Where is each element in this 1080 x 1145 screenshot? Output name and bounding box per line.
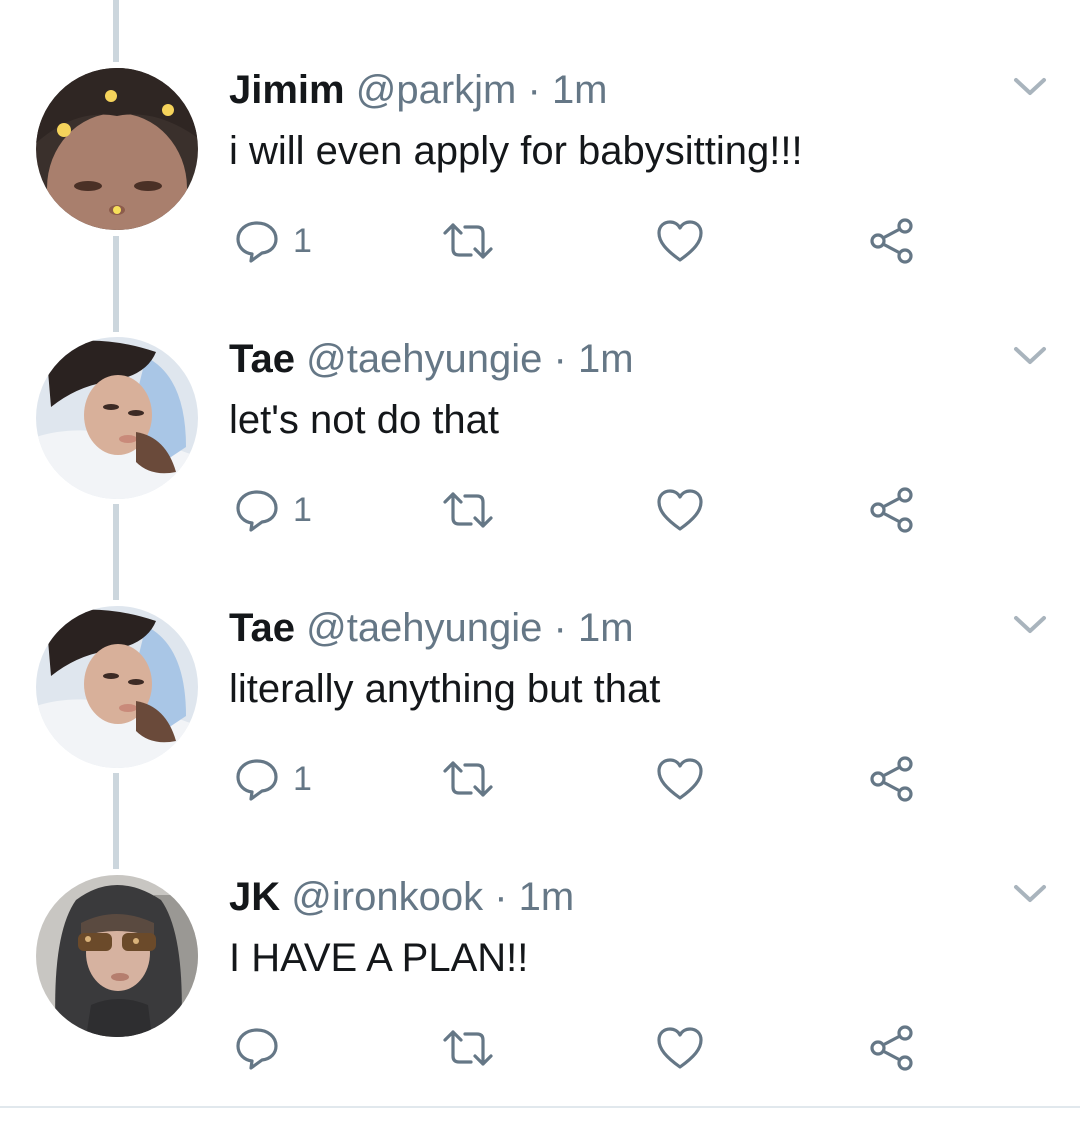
avatar[interactable] (36, 875, 198, 1037)
retweet-button[interactable] (441, 754, 495, 804)
avatar[interactable] (36, 68, 198, 230)
separator-dot: · (527, 68, 541, 112)
share-icon (870, 756, 913, 802)
user-handle[interactable]: @ironkook (291, 875, 483, 919)
timestamp[interactable]: 1m (519, 875, 575, 919)
reply-icon (236, 759, 278, 801)
reply-count: 1 (293, 221, 312, 260)
reply-icon (236, 221, 278, 263)
reply-button[interactable] (235, 1023, 293, 1073)
reply-button[interactable]: 1 (235, 754, 312, 804)
heart-icon (657, 220, 703, 262)
tweet-actions: 1 (0, 754, 1080, 804)
user-handle[interactable]: @parkjm (356, 68, 517, 112)
avatar-image (36, 337, 198, 499)
timestamp[interactable]: 1m (578, 606, 634, 650)
chevron-down-icon[interactable] (1010, 879, 1050, 909)
timestamp[interactable]: 1m (552, 68, 608, 112)
retweet-icon (443, 1030, 493, 1066)
like-button[interactable] (656, 754, 704, 804)
avatar[interactable] (36, 606, 198, 768)
like-button[interactable] (656, 1023, 704, 1073)
avatar-image (36, 606, 198, 768)
tweet-header: Tae @taehyungie · 1m (229, 337, 634, 381)
tweet-text: I HAVE A PLAN!! (229, 936, 529, 980)
user-handle[interactable]: @taehyungie (306, 337, 542, 381)
separator-dot: · (553, 337, 567, 381)
reply-icon (236, 490, 278, 532)
divider (0, 1106, 1080, 1108)
tweet-actions: 1 (0, 216, 1080, 266)
share-button[interactable] (868, 216, 916, 266)
chevron-down-icon[interactable] (1010, 72, 1050, 102)
tweet-actions: 1 (0, 485, 1080, 535)
like-button[interactable] (656, 485, 704, 535)
user-handle[interactable]: @taehyungie (306, 606, 542, 650)
avatar-image (36, 68, 198, 230)
tweet-text: literally anything but that (229, 667, 661, 711)
retweet-button[interactable] (441, 1023, 495, 1073)
separator-dot: · (494, 875, 508, 919)
retweet-icon (443, 761, 493, 797)
like-button[interactable] (656, 216, 704, 266)
avatar-image (36, 875, 198, 1037)
retweet-icon (443, 223, 493, 259)
tweet-header: JK @ironkook · 1m (229, 875, 574, 919)
chevron-down-icon[interactable] (1010, 610, 1050, 640)
reply-count: 1 (293, 759, 312, 798)
share-button[interactable] (868, 1023, 916, 1073)
avatar[interactable] (36, 337, 198, 499)
display-name[interactable]: Jimim (229, 68, 345, 112)
reply-button[interactable]: 1 (235, 485, 312, 535)
tweet-text: i will even apply for babysitting!!! (229, 129, 803, 173)
tweet[interactable]: Tae @taehyungie · 1m let's not do that 1 (0, 337, 1080, 607)
tweet-header: Jimim @parkjm · 1m (229, 68, 608, 112)
share-button[interactable] (868, 754, 916, 804)
tweet[interactable]: Tae @taehyungie · 1m literally anything … (0, 606, 1080, 876)
retweet-icon (443, 492, 493, 528)
reply-count: 1 (293, 490, 312, 529)
display-name[interactable]: JK (229, 875, 280, 919)
tweet[interactable]: JK @ironkook · 1m I HAVE A PLAN!! (0, 875, 1080, 1145)
thread-line (113, 0, 119, 62)
separator-dot: · (553, 606, 567, 650)
retweet-button[interactable] (441, 216, 495, 266)
share-icon (870, 487, 913, 533)
tweet-text: let's not do that (229, 398, 500, 442)
tweet[interactable]: Jimim @parkjm · 1m i will even apply for… (0, 68, 1080, 338)
reply-button[interactable]: 1 (235, 216, 312, 266)
retweet-button[interactable] (441, 485, 495, 535)
share-icon (870, 218, 913, 264)
chevron-down-icon[interactable] (1010, 341, 1050, 371)
heart-icon (657, 489, 703, 531)
heart-icon (657, 1027, 703, 1069)
share-button[interactable] (868, 485, 916, 535)
display-name[interactable]: Tae (229, 337, 295, 381)
tweet-actions (0, 1023, 1080, 1073)
share-icon (870, 1025, 913, 1071)
reply-icon (236, 1028, 278, 1070)
heart-icon (657, 758, 703, 800)
display-name[interactable]: Tae (229, 606, 295, 650)
tweet-header: Tae @taehyungie · 1m (229, 606, 634, 650)
timestamp[interactable]: 1m (578, 337, 634, 381)
